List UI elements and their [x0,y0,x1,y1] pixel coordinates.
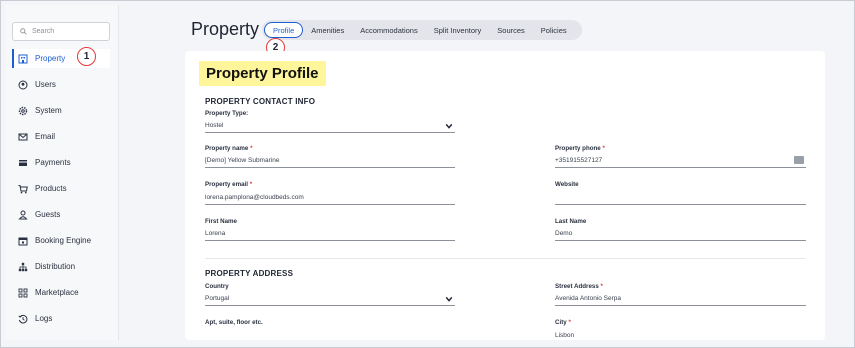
profile-card: Property Profile PROPERTY CONTACT INFO P… [185,51,825,340]
country-value: Portugal [205,295,230,302]
property-email-field[interactable]: lorena.pamplona@cloudbeds.com [205,191,455,205]
sidebar-item-label: Payments [35,158,71,167]
sidebar-item-payments[interactable]: Payments [12,153,110,172]
search-icon [20,28,27,35]
sidebar-item-users[interactable]: Users [12,75,110,94]
property-type-label: Property Type: [205,110,249,117]
street-address-value: Avenida Antonio Serpa [555,295,622,302]
search-input[interactable]: Search [32,28,54,35]
card-title: Property Profile [199,61,326,86]
last-name-label: Last Name [555,218,587,225]
website-field[interactable] [555,191,806,205]
street-address-field[interactable]: Avenida Antonio Serpa [555,292,806,306]
sidebar-item-marketplace[interactable]: Marketplace [12,283,110,302]
building-icon [18,54,28,64]
first-name-label: First Name [205,218,237,225]
user-circle-icon [18,80,28,90]
country-select[interactable]: Portugal [205,292,455,306]
tab-amenities[interactable]: Amenities [303,22,352,38]
sidebar-item-products[interactable]: Products [12,179,110,198]
page-title: Property [191,19,260,39]
tab-profile[interactable]: Profile [264,22,304,38]
sidebar-item-label: Marketplace [35,288,79,297]
sitemap-icon [18,262,28,272]
country-label: Country [205,283,229,290]
property-email-label: Property email * [205,181,253,188]
sidebar-item-label: Logs [35,314,53,323]
sidebar-item-label: Distribution [35,262,76,271]
grid-icon [18,288,28,298]
sidebar-item-guests[interactable]: Guests [12,205,110,224]
calendar-icon [18,236,28,246]
credit-card-icon [18,158,28,168]
last-name-field[interactable]: Demo [555,227,806,241]
chevron-down-icon [445,296,453,302]
property-phone-field[interactable]: +351915527127 [555,154,806,168]
sidebar-item-label: Guests [35,210,61,219]
property-type-value: Hostel [205,122,224,129]
section-address-heading: PROPERTY ADDRESS [205,269,294,278]
sidebar-item-email[interactable]: Email [12,127,110,146]
apt-suite-label: Apt, suite, floor etc. [205,319,263,326]
city-field[interactable]: Lisbon [555,328,806,340]
sidebar-item-distribution[interactable]: Distribution [12,257,110,276]
sidebar-item-logs[interactable]: Logs [12,309,110,328]
sidebar-item-label: Property [35,54,66,63]
chevron-down-icon [445,123,453,129]
envelope-icon [18,132,28,142]
city-label: City * [555,319,571,326]
sidebar-item-label: Booking Engine [35,236,92,245]
cart-icon [18,184,28,194]
tab-accommodations[interactable]: Accommodations [352,22,426,38]
street-address-label: Street Address * [555,283,603,290]
sidebar-item-label: System [35,106,62,115]
search-box[interactable]: Search [12,22,110,41]
sidebar-item-booking-engine[interactable]: Booking Engine [12,231,110,250]
city-value: Lisbon [555,331,575,339]
keypad-icon[interactable] [794,156,804,164]
tab-policies[interactable]: Policies [533,22,575,38]
property-phone-value: +351915527127 [555,157,603,164]
history-icon [18,314,28,324]
first-name-value: Lorena [205,230,226,237]
last-name-value: Demo [555,230,573,237]
person-icon [18,210,28,220]
tab-split-inventory[interactable]: Split Inventory [426,22,490,38]
section-contact-heading: PROPERTY CONTACT INFO [205,97,316,106]
app-frame: Search Property Users System Email Payme… [0,0,855,348]
property-phone-label: Property phone * [555,145,605,152]
property-type-select[interactable]: Hostel [205,119,455,133]
sidebar-item-label: Products [35,184,67,193]
property-name-label: Property name * [205,145,253,152]
section-divider [205,258,805,259]
gear-icon [18,106,28,116]
website-label: Website [555,181,579,188]
first-name-field[interactable]: Lorena [205,227,455,241]
sidebar-item-system[interactable]: System [12,101,110,120]
tab-sources[interactable]: Sources [489,22,533,38]
property-name-value: [Demo] Yellow Submarine [205,157,280,164]
tab-bar: Profile Amenities Accommodations Split I… [262,20,582,40]
property-email-value: lorena.pamplona@cloudbeds.com [205,194,304,201]
sidebar-item-label: Email [35,132,56,141]
property-name-field[interactable]: [Demo] Yellow Submarine [205,154,455,168]
sidebar-item-label: Users [35,80,56,89]
step-marker-1: 1 [77,47,96,66]
